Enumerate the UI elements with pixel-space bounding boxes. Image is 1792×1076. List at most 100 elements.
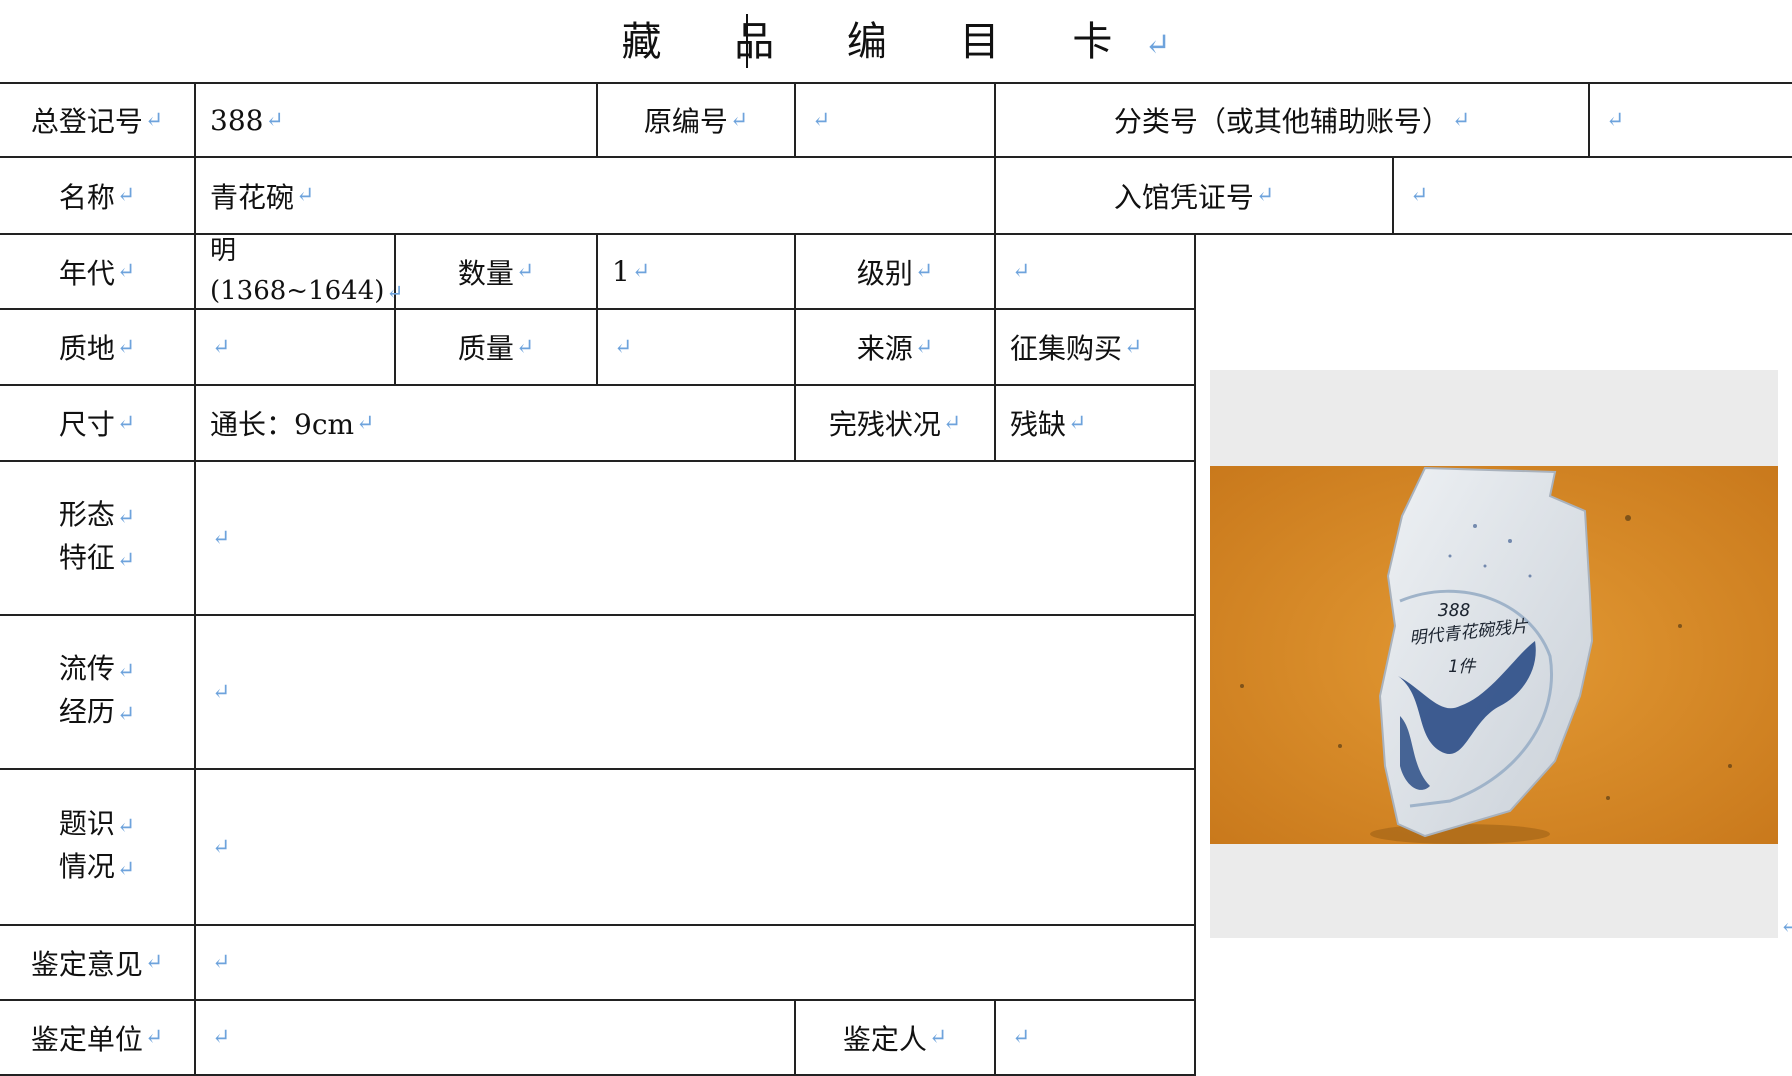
return-mark-icon: ↵ <box>116 659 136 684</box>
cell-text: 完残状况 <box>828 408 941 441</box>
return-mark-icon: ↵ <box>614 334 633 360</box>
return-mark-icon: ↵ <box>928 1025 948 1050</box>
return-mark-icon: ↵ <box>515 259 535 284</box>
title-text: 藏 品 编 目 卡 <box>621 19 1143 65</box>
cell-text: 尺寸 <box>58 408 115 441</box>
cell-text: 鉴定意见 <box>30 947 143 981</box>
value-total-reg-no[interactable]: 388 ↵ <box>196 84 596 156</box>
value-class-no[interactable]: ↵ <box>1590 84 1792 156</box>
return-mark-icon: ↵ <box>212 334 231 360</box>
label-condition: 完残状况 ↵ <box>796 386 994 460</box>
label-name: 名称 ↵ <box>0 158 194 233</box>
return-mark-icon: ↵ <box>515 334 535 360</box>
value-inscription[interactable]: ↵ <box>196 770 1194 924</box>
return-mark-icon: ↵ <box>1124 334 1143 360</box>
label-grade: 级别 ↵ <box>796 235 994 308</box>
return-mark-icon: ↵ <box>265 107 284 133</box>
label-size: 尺寸 ↵ <box>0 386 194 460</box>
return-mark-icon: ↵ <box>1606 107 1625 133</box>
value-quantity[interactable]: 1 ↵ <box>598 235 794 308</box>
cell-text: 征集购买 <box>1010 332 1123 365</box>
return-mark-icon: ↵ <box>144 1025 164 1050</box>
cell-text: 分类号（或其他辅助账号） <box>1113 105 1450 138</box>
return-mark-icon: ↵ <box>116 505 136 530</box>
label-era: 年代 ↵ <box>0 235 194 308</box>
label-quantity: 数量 ↵ <box>396 235 596 308</box>
return-mark-icon: ↵ <box>914 334 934 360</box>
return-mark-icon: ↵ <box>1012 259 1031 284</box>
cell-text: 年代 <box>58 256 115 290</box>
value-opinion[interactable]: ↵ <box>196 926 1194 999</box>
return-mark-icon: ↵ <box>144 950 164 975</box>
return-mark-icon: ↵ <box>296 183 315 208</box>
return-mark-icon: ↵ <box>116 183 136 208</box>
value-source[interactable]: 征集购买 ↵ <box>996 310 1194 384</box>
value-condition[interactable]: 残缺 ↵ <box>996 386 1194 460</box>
cell-text: 原编号 <box>643 105 728 138</box>
label-class-no: 分类号（或其他辅助账号） ↵ <box>996 84 1588 156</box>
text-cursor <box>746 14 748 68</box>
return-mark-icon: ↵ <box>1451 107 1471 133</box>
value-entry-voucher[interactable]: ↵ <box>1394 158 1792 233</box>
return-mark-icon: ↵ <box>356 410 375 436</box>
page-title: 藏 品 编 目 卡↵ <box>0 12 1792 75</box>
value-form[interactable]: ↵ <box>196 462 1194 614</box>
return-mark-icon: ↵ <box>914 259 934 284</box>
cell-text: 来源 <box>856 332 913 365</box>
label-opinion: 鉴定意见 ↵ <box>0 926 194 999</box>
svg-text:388: 388 <box>1437 600 1471 621</box>
value-mass[interactable]: ↵ <box>598 310 794 384</box>
label-form: 形态↵ 特征↵ <box>58 498 136 574</box>
return-mark-icon: ↵ <box>144 107 164 133</box>
return-mark-icon: ↵ <box>116 857 136 882</box>
cell-text: 级别 <box>856 256 913 290</box>
cell-text: 388 <box>210 103 264 137</box>
value-name[interactable]: 青花碗 ↵ <box>196 158 994 233</box>
return-mark-icon: ↵ <box>1144 27 1171 63</box>
value-era[interactable]: 明 (1368~1644)↵ <box>196 235 403 308</box>
return-mark-icon: ↵ <box>212 950 231 975</box>
return-mark-icon: ↵ <box>116 334 136 360</box>
label-mass: 质量 ↵ <box>396 310 596 384</box>
cell-text: 数量 <box>457 256 514 290</box>
return-mark-icon: ↵ <box>812 107 831 133</box>
return-mark-icon: ↵ <box>116 548 136 573</box>
return-mark-icon: ↵ <box>212 834 231 860</box>
cell-text: 总登记号 <box>30 105 143 138</box>
label-total-reg-no: 总登记号 ↵ <box>0 84 194 156</box>
label-provenance: 流传↵ 经历↵ <box>58 652 136 728</box>
cell-text: 入馆凭证号 <box>1113 180 1254 214</box>
return-mark-icon: ↵ <box>1255 183 1275 208</box>
cell-text: 质量 <box>457 332 514 365</box>
return-mark-icon: ↵ <box>212 525 231 551</box>
label-inscription: 题识↵ 情况↵ <box>58 807 136 883</box>
label-source: 来源 ↵ <box>796 310 994 384</box>
return-mark-icon: ↵ <box>1410 183 1429 208</box>
label-original-no: 原编号 ↵ <box>598 84 794 156</box>
return-mark-icon: ↵ <box>942 410 962 436</box>
cell-text: 通长：9cm <box>210 408 355 441</box>
return-mark-icon: ↵ <box>729 107 749 133</box>
value-size[interactable]: 通长：9cm ↵ <box>196 386 794 460</box>
cell-text: 鉴定人 <box>842 1022 927 1056</box>
value-provenance[interactable]: ↵ <box>196 616 1194 768</box>
cell-text: 青花碗 <box>210 180 295 214</box>
return-mark-icon: ↵ <box>116 259 136 284</box>
value-unit[interactable]: ↵ <box>196 1001 794 1074</box>
return-mark-icon: ↵ <box>1012 1025 1031 1050</box>
value-original-no[interactable]: ↵ <box>796 84 994 156</box>
value-grade[interactable]: ↵ <box>996 235 1194 308</box>
label-entry-voucher: 入馆凭证号 ↵ <box>996 158 1392 233</box>
cell-text: 1 <box>612 255 630 288</box>
value-appraiser[interactable]: ↵ <box>996 1001 1194 1074</box>
return-mark-icon: ↵ <box>116 814 136 839</box>
value-material[interactable]: ↵ <box>196 310 394 384</box>
cell-text: 质地 <box>58 332 115 365</box>
blue-and-white-bowl-fragment-photo[interactable]: 388 明代青花碗残片 1件 <box>1210 466 1778 844</box>
return-mark-icon: ↵ <box>212 1025 231 1050</box>
label-appraiser: 鉴定人 ↵ <box>796 1001 994 1074</box>
svg-text:1件: 1件 <box>1448 657 1477 677</box>
cell-text: 鉴定单位 <box>30 1022 143 1056</box>
return-mark-icon: ↵ <box>116 410 136 436</box>
return-mark-icon: ↵ <box>116 702 136 727</box>
